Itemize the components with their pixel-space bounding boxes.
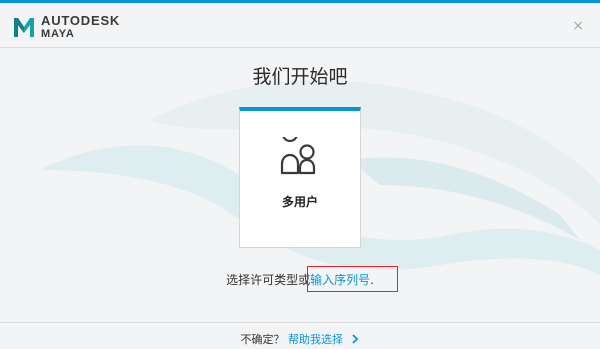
footer-divider	[0, 322, 600, 323]
maya-m-logo-icon	[14, 18, 34, 37]
footer: 不确定？ 帮助我选择	[0, 331, 600, 347]
license-type-prompt: 选择许可类型或输入序列号.	[0, 271, 600, 288]
brand-autodesk: AUTODESK	[41, 13, 121, 28]
chevron-right-icon[interactable]	[350, 334, 360, 344]
help-me-choose-link[interactable]: 帮助我选择	[288, 333, 343, 346]
card-label: 多用户	[281, 195, 318, 209]
header: AUTODESK MAYA ×	[0, 3, 600, 47]
annotation-highlight-box	[307, 266, 398, 292]
unsure-text: 不确定？	[240, 333, 285, 346]
page-title: 我们开始吧	[252, 66, 348, 88]
users-icon	[280, 137, 316, 175]
close-icon[interactable]: ×	[572, 19, 584, 33]
brand-wordmark: AUTODESK MAYA	[41, 14, 120, 40]
multi-user-card[interactable]: 多用户	[239, 107, 361, 248]
brand-maya: MAYA	[41, 28, 75, 40]
header-divider	[0, 47, 600, 48]
license-prompt-text: 选择许可类型或	[226, 273, 311, 287]
